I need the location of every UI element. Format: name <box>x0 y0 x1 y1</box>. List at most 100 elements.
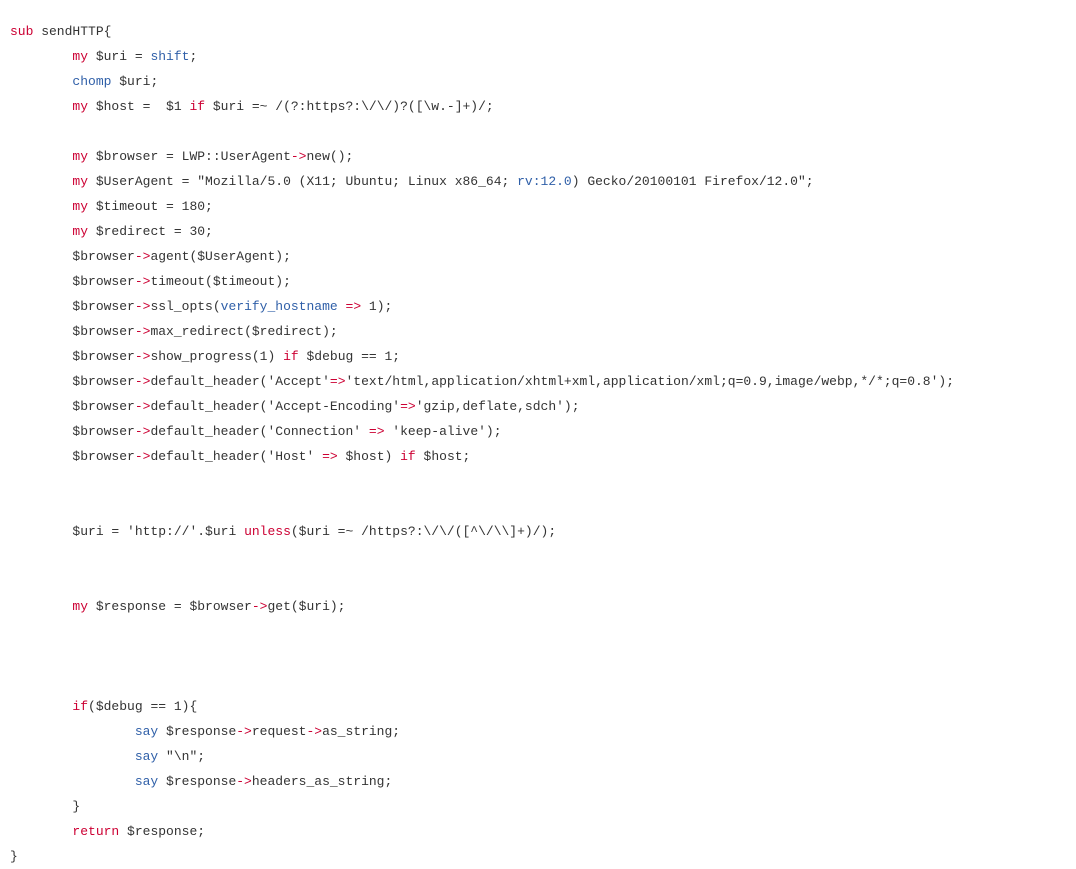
code-line: $browser->show_progress(1) if $debug == … <box>10 344 1076 369</box>
code-token-op: -> <box>134 274 151 289</box>
code-token-plain: $UserAgent = "Mozilla/5.0 (X11; Ubuntu; … <box>88 174 518 189</box>
code-token-plain: $browser <box>72 274 135 289</box>
code-line: } <box>10 794 1076 819</box>
code-token-plain: ssl_opts( <box>150 299 221 314</box>
code-token-plain: "\n"; <box>158 749 206 764</box>
code-line: $uri = 'http://'.$uri unless($uri =~ /ht… <box>10 519 1076 544</box>
code-token-plain: $browser <box>72 324 135 339</box>
code-token-plain: timeout($timeout); <box>150 274 291 289</box>
code-token-plain: $browser <box>72 299 135 314</box>
code-token-plain: $browser <box>72 374 135 389</box>
code-token-op: -> <box>134 399 151 414</box>
code-token-plain: default_header('Accept' <box>150 374 330 389</box>
code-token-fn: verify_hostname <box>220 299 338 314</box>
code-line: my $response = $browser->get($uri); <box>10 594 1076 619</box>
code-token-plain: as_string; <box>322 724 401 739</box>
code-token-plain: default_header('Host' <box>150 449 323 464</box>
code-line: } <box>10 844 1076 869</box>
code-token-plain: $uri = <box>88 49 151 64</box>
code-token-kw: my <box>72 199 89 214</box>
code-token-plain: $uri =~ /(?:https?:\/\/)?([\w.-]+)/; <box>205 99 494 114</box>
code-line: $browser->max_redirect($redirect); <box>10 319 1076 344</box>
code-token-plain: $browser = LWP::UserAgent <box>88 149 291 164</box>
code-token-plain: $browser <box>72 449 135 464</box>
code-token-plain: $redirect = 30; <box>88 224 213 239</box>
code-token-op: -> <box>290 149 307 164</box>
code-token-kw: my <box>72 149 89 164</box>
code-token-fn: shift <box>150 49 190 64</box>
code-token-plain: max_redirect($redirect); <box>150 324 338 339</box>
code-line: my $timeout = 180; <box>10 194 1076 219</box>
code-line: my $host = $1 if $uri =~ /(?:https?:\/\/… <box>10 94 1076 119</box>
code-token-kw: if <box>400 449 416 464</box>
code-token-plain: 'keep-alive'); <box>384 424 502 439</box>
code-line: $browser->agent($UserAgent); <box>10 244 1076 269</box>
code-line: if($debug == 1){ <box>10 694 1076 719</box>
code-token-op: -> <box>134 449 151 464</box>
code-token-plain: show_progress(1) <box>150 349 284 364</box>
code-token-plain: $browser <box>72 424 135 439</box>
code-line: my $browser = LWP::UserAgent->new(); <box>10 144 1076 169</box>
code-token-plain: ($debug == 1){ <box>88 699 198 714</box>
code-token-kw: if <box>283 349 299 364</box>
code-token-op: -> <box>134 299 151 314</box>
code-token-kw: sub <box>10 24 34 39</box>
code-token-plain: ) Gecko/20100101 Firefox/12.0"; <box>571 174 814 189</box>
code-line: $browser->default_header('Accept-Encodin… <box>10 394 1076 419</box>
code-token-plain: new(); <box>306 149 354 164</box>
code-line: $browser->default_header('Host' => $host… <box>10 444 1076 469</box>
code-token-op: => <box>368 424 385 439</box>
code-token-plain: $uri = 'http://'.$uri <box>72 524 245 539</box>
code-line: say $response->request->as_string; <box>10 719 1076 744</box>
code-token-plain: $host) <box>337 449 401 464</box>
code-token-plain: ($uri =~ /https?:\/\/([^\/\\]+)/); <box>290 524 557 539</box>
code-token-plain: default_header('Connection' <box>150 424 369 439</box>
code-listing[interactable]: sub sendHTTP{ my $uri = shift; chomp $ur… <box>0 13 1076 869</box>
code-token-kw: my <box>72 224 89 239</box>
code-token-fn: say <box>134 774 159 789</box>
code-token-plain: } <box>72 799 81 814</box>
code-token-fn: say <box>134 724 159 739</box>
code-token-op: -> <box>134 374 151 389</box>
code-token-op: -> <box>306 724 323 739</box>
code-line: chomp $uri; <box>10 69 1076 94</box>
code-token-kw: if <box>72 699 89 714</box>
code-token-plain: $timeout = 180; <box>88 199 213 214</box>
code-token-plain: 1); <box>361 299 393 314</box>
code-token-plain: $host = $1 <box>88 99 190 114</box>
code-token-op: -> <box>236 724 252 739</box>
code-token-op: -> <box>134 249 151 264</box>
code-token-kw: my <box>72 49 89 64</box>
code-token-op: -> <box>134 324 151 339</box>
code-line: my $uri = shift; <box>10 44 1076 69</box>
code-line: my $redirect = 30; <box>10 219 1076 244</box>
code-token-plain: $response <box>158 774 237 789</box>
code-token-kw: unless <box>244 524 291 539</box>
code-token-plain: $host; <box>415 449 471 464</box>
code-token-plain: headers_as_string; <box>251 774 393 789</box>
code-token-op: -> <box>134 424 151 439</box>
code-token-kw: my <box>72 599 89 614</box>
code-line: $browser->default_header('Connection' =>… <box>10 419 1076 444</box>
